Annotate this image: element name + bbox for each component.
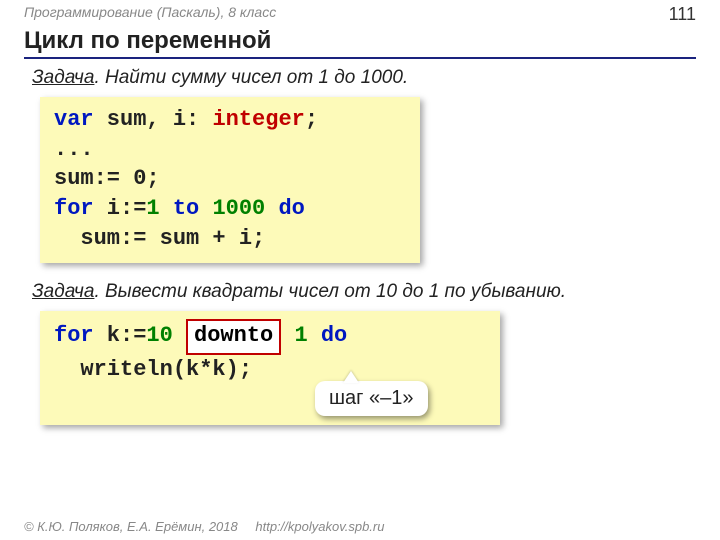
downto-highlight: downto xyxy=(186,319,281,355)
code-text xyxy=(281,323,294,348)
kw-for: for xyxy=(54,196,94,221)
code-text: ; xyxy=(305,107,318,132)
step-callout: шаг «–1» xyxy=(315,381,428,416)
task-1-lead: Задача xyxy=(32,67,94,88)
num-literal: 1 xyxy=(294,323,307,348)
code-text: ... xyxy=(54,137,94,162)
copyright: © К.Ю. Поляков, Е.А. Ерёмин, 2018 xyxy=(24,519,238,534)
kw-var: var xyxy=(54,107,94,132)
slide-header: Программирование (Паскаль), 8 класс 111 xyxy=(0,0,720,25)
task-1: Задача. Найти сумму чисел от 1 до 1000. xyxy=(0,59,720,89)
code-text: sum:= sum + i; xyxy=(54,226,265,251)
code-text: sum:= 0; xyxy=(54,166,160,191)
footer-url[interactable]: http://kpolyakov.spb.ru xyxy=(255,519,384,534)
code-block-2: for k:=10 downto 1 do writeln(k*k); шаг … xyxy=(40,311,500,424)
code-block-1: var sum, i: integer; ... sum:= 0; for i:… xyxy=(40,97,420,263)
code-text: writeln(k*k); xyxy=(54,357,252,382)
task-2-text: . Вывести квадраты чисел от 10 до 1 по у… xyxy=(94,281,566,302)
course-label: Программирование (Паскаль), 8 класс xyxy=(24,4,276,25)
code-text: sum, i: xyxy=(94,107,213,132)
task-1-text: . Найти сумму чисел от 1 до 1000. xyxy=(94,67,408,88)
num-literal: 1 xyxy=(146,196,159,221)
kw-for: for xyxy=(54,323,94,348)
kw-do: do xyxy=(308,323,348,348)
code-text xyxy=(173,323,186,348)
kw-integer: integer xyxy=(212,107,304,132)
page-title: Цикл по переменной xyxy=(0,25,720,55)
code-text: i:= xyxy=(94,196,147,221)
code-text: k:= xyxy=(94,323,147,348)
page-number: 111 xyxy=(669,4,696,25)
slide-footer: © К.Ю. Поляков, Е.А. Ерёмин, 2018 http:/… xyxy=(0,519,720,534)
kw-do: do xyxy=(265,196,305,221)
task-2: Задача. Вывести квадраты чисел от 10 до … xyxy=(0,273,720,303)
kw-to: to xyxy=(160,196,213,221)
num-literal: 10 xyxy=(146,323,172,348)
task-2-lead: Задача xyxy=(32,281,94,302)
num-literal: 1000 xyxy=(212,196,265,221)
